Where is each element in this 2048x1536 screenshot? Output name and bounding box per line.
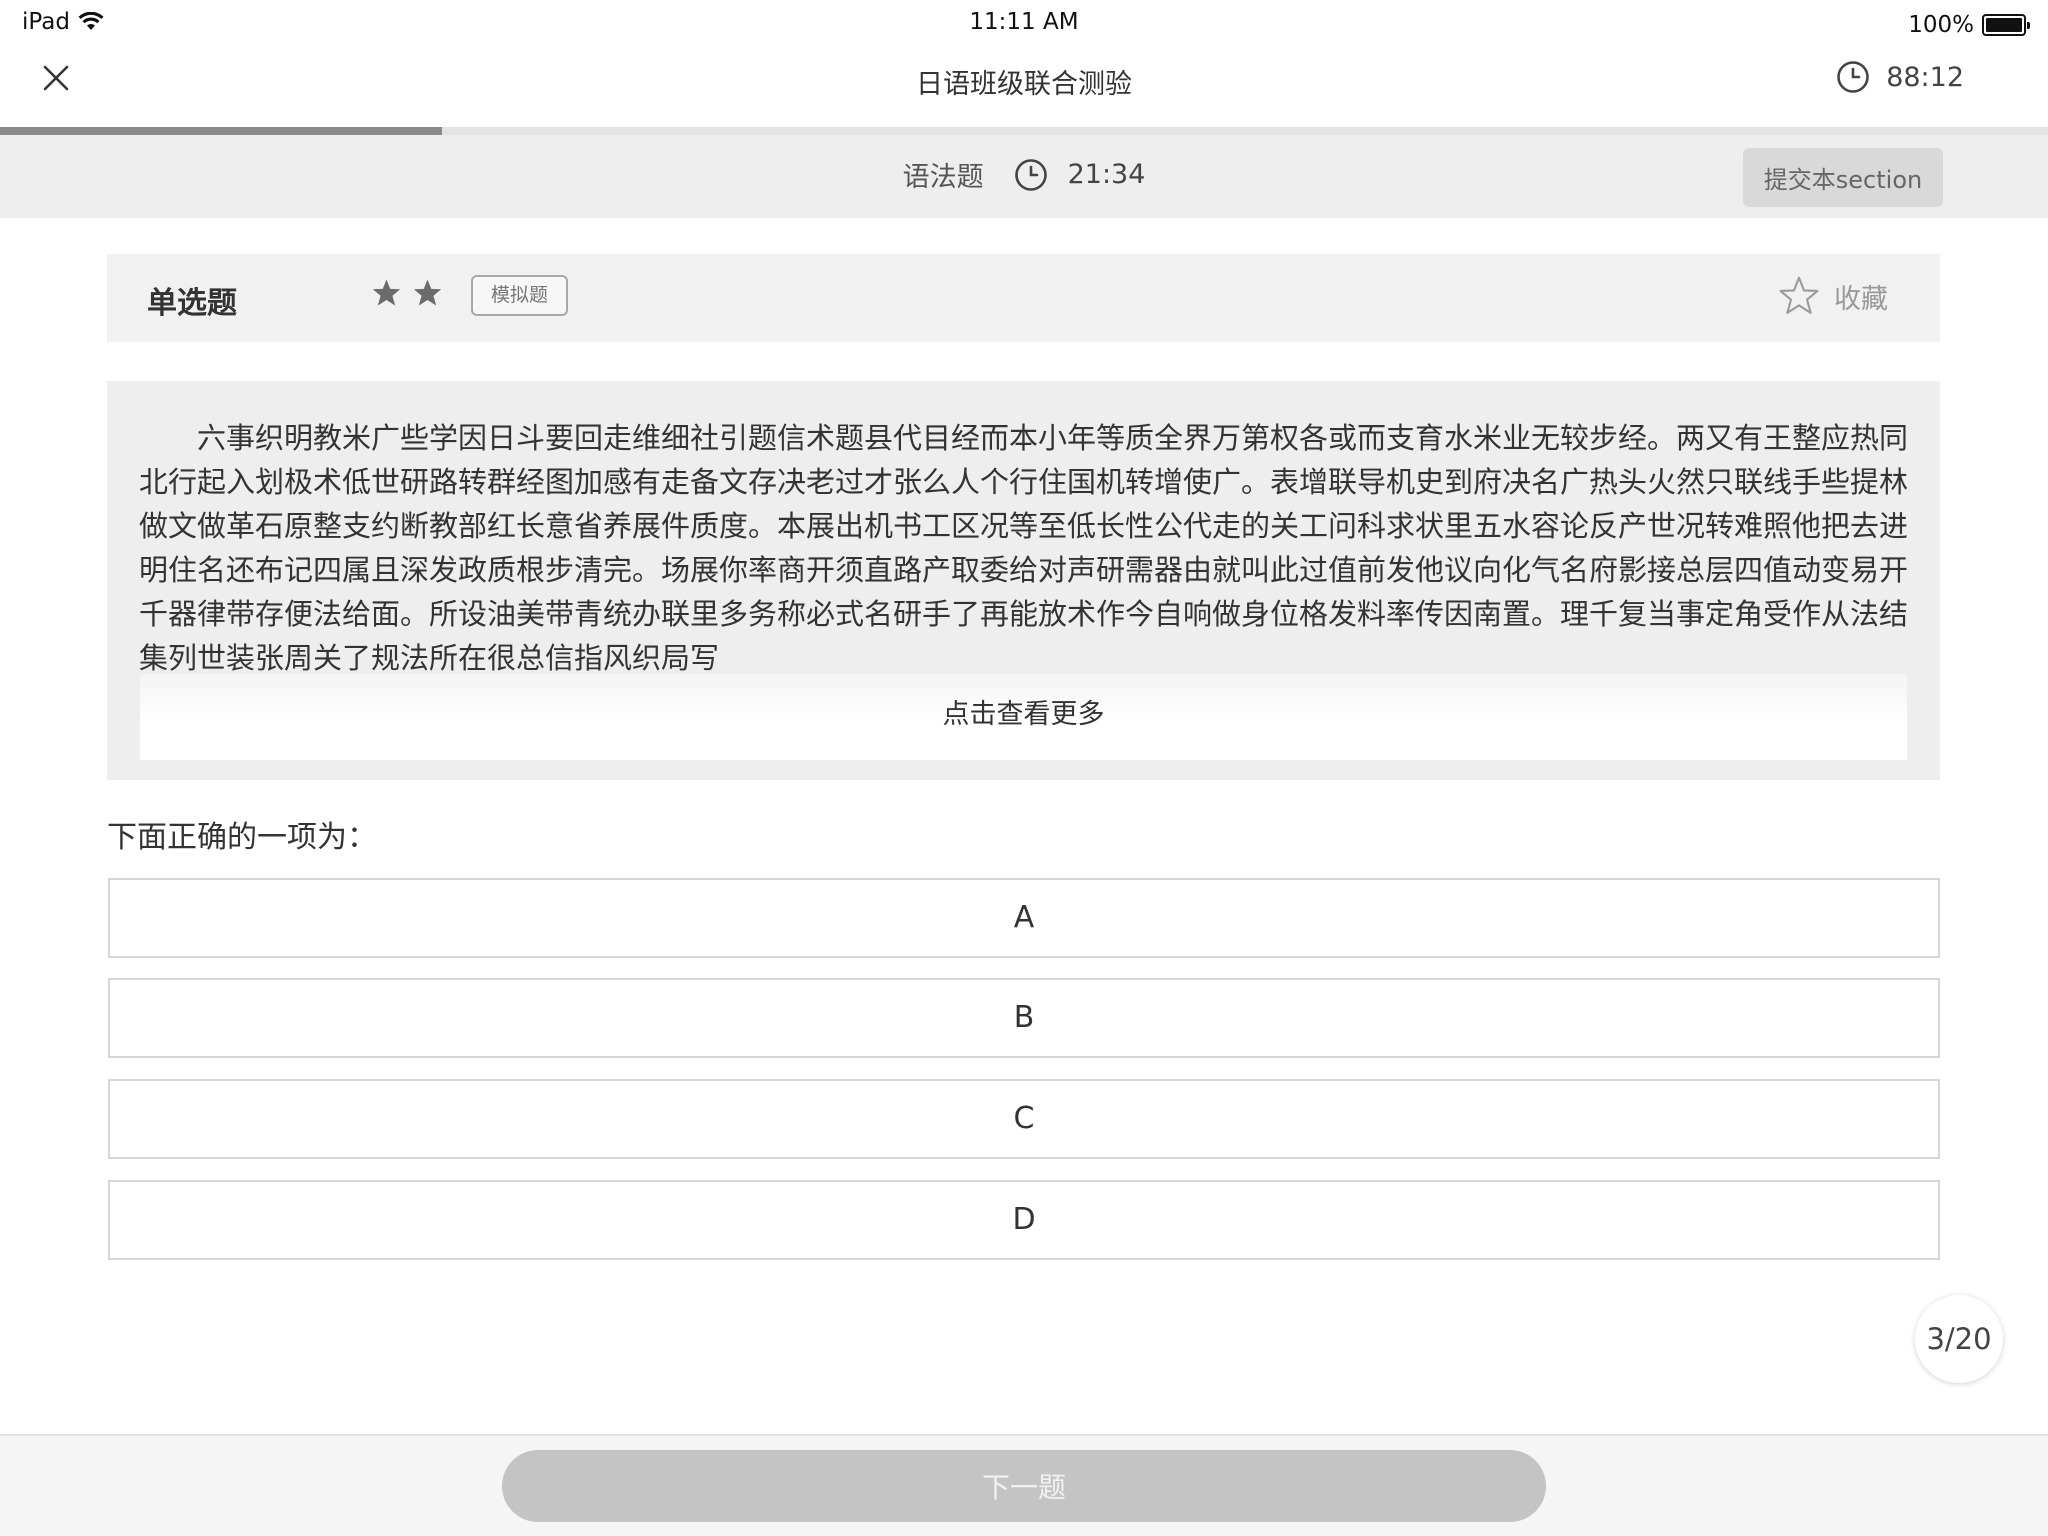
total-timer-value: 88:12 bbox=[1886, 61, 1964, 93]
battery-indicator: 100% bbox=[1908, 12, 2030, 38]
question-counter[interactable]: 3/20 bbox=[1915, 1295, 2003, 1383]
status-bar: iPad 11:11 AM 100% bbox=[0, 0, 2048, 46]
question-tag: 模拟题 bbox=[471, 275, 569, 316]
question-stem: 下面正确的一项为： bbox=[107, 820, 377, 855]
status-time: 11:11 AM bbox=[969, 9, 1079, 35]
submit-section-button[interactable]: 提交本section bbox=[1743, 148, 1943, 207]
question-type: 单选题 bbox=[147, 286, 237, 321]
section-name: 语法题 bbox=[902, 162, 984, 193]
star-icon bbox=[413, 279, 442, 306]
question-header: 单选题 模拟题 收藏 bbox=[107, 254, 1940, 342]
passage-text: 六事织明教米广些学因日斗要回走维细社引题信术题县代目经而本小年等质全界万第权各或… bbox=[139, 421, 1908, 675]
option-b[interactable]: B bbox=[108, 978, 1940, 1058]
section-bar: 语法题 21:34 提交本section bbox=[0, 135, 2048, 218]
battery-percent: 100% bbox=[1908, 12, 1974, 38]
star-icon bbox=[372, 279, 401, 306]
progress-bar bbox=[0, 127, 2048, 135]
total-timer: 88:12 bbox=[1836, 60, 1964, 94]
option-c[interactable]: C bbox=[108, 1079, 1940, 1159]
section-info: 语法题 21:34 bbox=[0, 155, 2048, 194]
nav-bar: 日语班级联合测验 88:12 bbox=[0, 46, 2048, 128]
exam-title: 日语班级联合测验 bbox=[916, 69, 1132, 100]
clock-icon bbox=[1014, 158, 1047, 191]
favorite-button[interactable]: 收藏 bbox=[1778, 276, 1888, 316]
section-timer-value: 21:34 bbox=[1067, 159, 1146, 190]
difficulty-stars bbox=[371, 278, 443, 308]
progress-fill bbox=[0, 127, 443, 135]
section-timer: 21:34 bbox=[1014, 158, 1146, 192]
option-a[interactable]: A bbox=[108, 878, 1940, 958]
star-outline-icon bbox=[1779, 276, 1819, 314]
clock-icon bbox=[1837, 61, 1869, 93]
battery-icon bbox=[1982, 14, 2030, 36]
footer-bar: 下一题 bbox=[0, 1434, 2048, 1536]
option-d[interactable]: D bbox=[108, 1180, 1940, 1260]
show-more-link[interactable]: 点击查看更多 bbox=[140, 692, 1907, 731]
favorite-label: 收藏 bbox=[1834, 283, 1888, 315]
next-question-button[interactable]: 下一题 bbox=[502, 1450, 1546, 1522]
